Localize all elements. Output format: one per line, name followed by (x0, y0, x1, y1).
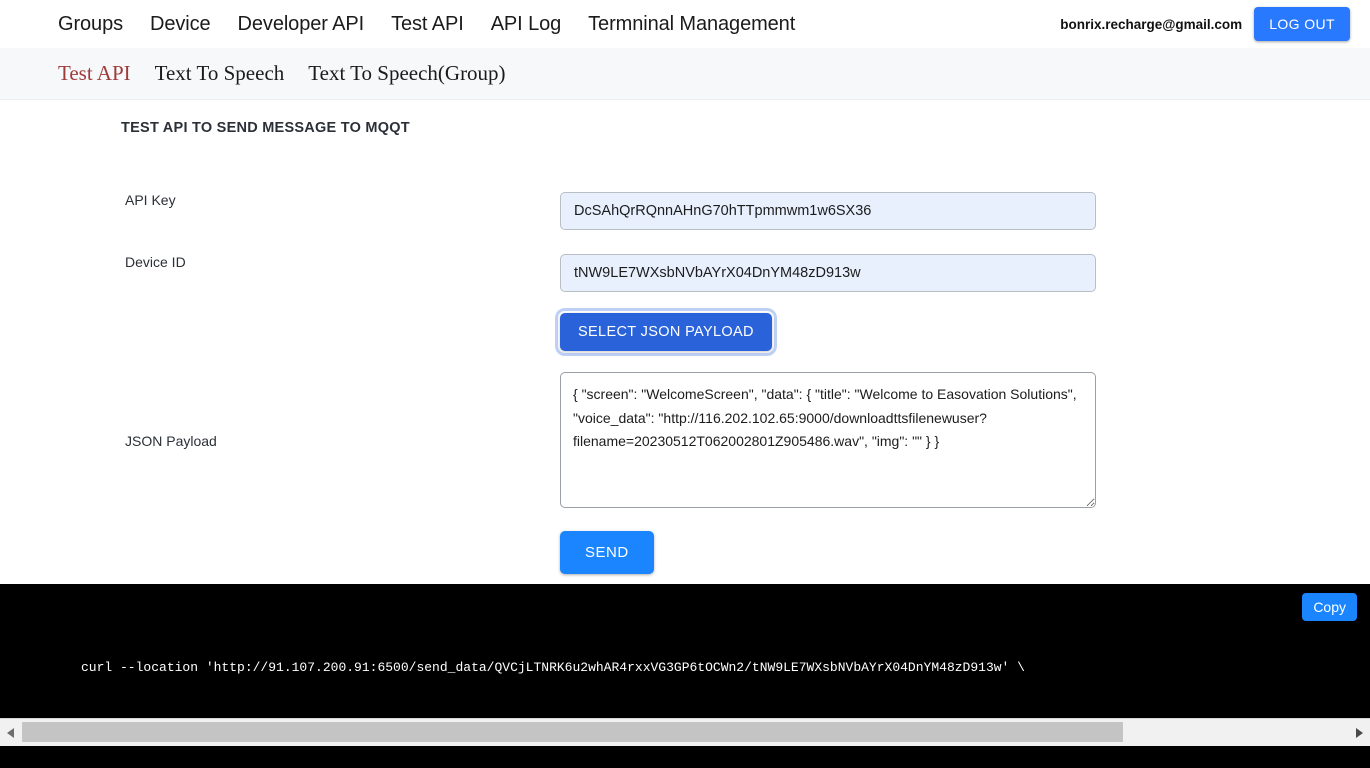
form-row-send: SEND (0, 531, 1370, 574)
subnav-item-text-to-speech[interactable]: Text To Speech (155, 61, 285, 86)
top-nav-links: Groups Device Developer API Test API API… (58, 13, 795, 36)
nav-test-api[interactable]: Test API (391, 13, 464, 36)
device-id-control (560, 254, 1096, 292)
curl-output-terminal: Copy curl --location 'http://91.107.200.… (0, 584, 1370, 718)
curl-line-1: curl --location 'http://91.107.200.91:65… (81, 660, 1025, 675)
scroll-left-arrow-icon[interactable] (0, 719, 22, 746)
form-row-json-payload: JSON Payload { "screen": "WelcomeScreen"… (0, 372, 1370, 513)
device-id-input[interactable] (560, 254, 1096, 292)
horizontal-scrollbar[interactable] (0, 718, 1370, 746)
json-payload-control: { "screen": "WelcomeScreen", "data": { "… (560, 372, 1096, 513)
send-button[interactable]: SEND (560, 531, 654, 574)
nav-developer-api[interactable]: Developer API (238, 13, 365, 36)
nav-device[interactable]: Device (150, 13, 211, 36)
user-email-label: bonrix.recharge@gmail.com (1060, 16, 1243, 32)
json-payload-label: JSON Payload (125, 433, 217, 449)
select-payload-control: SELECT JSON PAYLOAD (555, 308, 1096, 356)
curl-command-block: curl --location 'http://91.107.200.91:65… (81, 615, 1370, 718)
page-title: TEST API TO SEND MESSAGE TO MQQT (121, 120, 410, 136)
select-json-payload-button[interactable]: SELECT JSON PAYLOAD (555, 308, 777, 356)
top-nav-right-section: bonrix.recharge@gmail.com LOG OUT (1060, 0, 1350, 48)
scroll-right-arrow-icon[interactable] (1348, 719, 1370, 746)
form-row-select-payload: SELECT JSON PAYLOAD (0, 308, 1370, 356)
scrollbar-thumb[interactable] (22, 722, 1123, 742)
app-root: Groups Device Developer API Test API API… (0, 0, 1370, 768)
form-row-device-id: Device ID (0, 254, 1370, 292)
top-navigation-bar: Groups Device Developer API Test API API… (0, 0, 1370, 48)
logout-button[interactable]: LOG OUT (1254, 7, 1350, 41)
nav-groups[interactable]: Groups (58, 13, 123, 36)
nav-terminal-management[interactable]: Termninal Management (588, 13, 795, 36)
bottom-strip (0, 746, 1370, 768)
main-content: TEST API TO SEND MESSAGE TO MQQT API Key… (0, 100, 1370, 584)
subnav-item-text-to-speech-group[interactable]: Text To Speech(Group) (308, 61, 505, 86)
form-row-api-key: API Key (0, 192, 1370, 230)
api-key-control (560, 192, 1096, 230)
subnav-item-test-api[interactable]: Test API (58, 61, 131, 86)
send-control: SEND (560, 531, 1096, 574)
api-key-label: API Key (125, 192, 176, 208)
api-key-input[interactable] (560, 192, 1096, 230)
copy-button[interactable]: Copy (1302, 593, 1357, 621)
scrollbar-track[interactable] (22, 719, 1348, 746)
nav-api-log[interactable]: API Log (491, 13, 562, 36)
json-payload-textarea[interactable]: { "screen": "WelcomeScreen", "data": { "… (560, 372, 1096, 508)
sub-nav-links: Test API Text To Speech Text To Speech(G… (58, 61, 506, 86)
sub-navigation-bar: Test API Text To Speech Text To Speech(G… (0, 48, 1370, 100)
device-id-label: Device ID (125, 254, 186, 270)
